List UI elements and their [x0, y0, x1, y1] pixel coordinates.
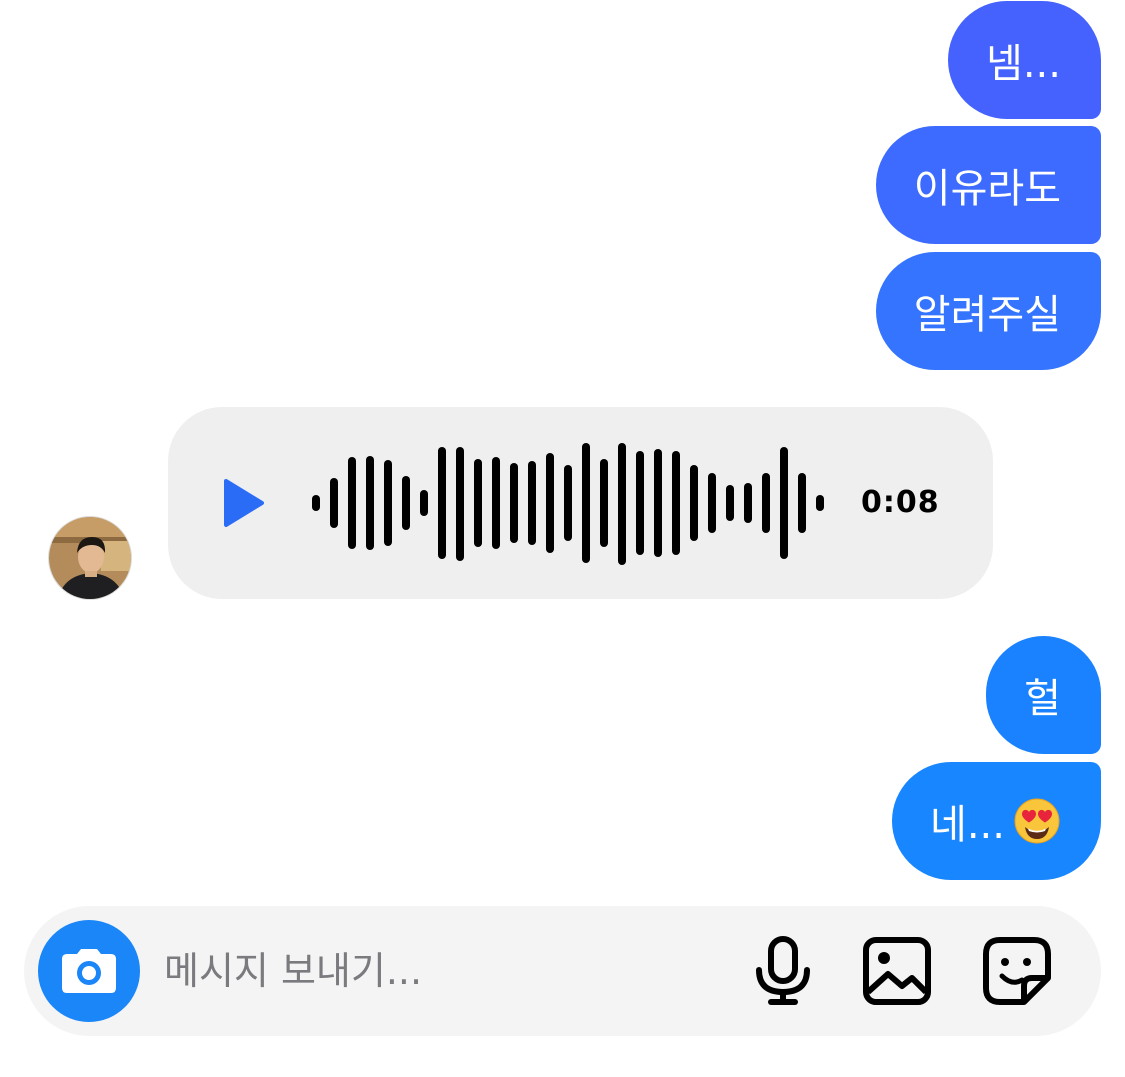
voice-duration: 0:08	[861, 485, 940, 520]
sticker-icon	[983, 937, 1051, 1005]
gallery-button[interactable]	[860, 934, 934, 1008]
outgoing-message[interactable]: 넴...	[948, 1, 1101, 119]
message-text: 알려주실	[913, 292, 1061, 338]
message-text: 이유라도	[913, 166, 1061, 212]
sticker-button[interactable]	[980, 934, 1054, 1008]
avatar-photo	[49, 517, 131, 599]
waveform[interactable]	[306, 407, 836, 599]
camera-button[interactable]	[38, 920, 140, 1022]
message-text: 헐	[1024, 676, 1061, 722]
outgoing-message[interactable]: 알려주실	[875, 252, 1101, 370]
outgoing-message[interactable]: 헐	[986, 636, 1101, 754]
outgoing-message[interactable]: 네...	[892, 762, 1101, 880]
microphone-icon	[756, 936, 810, 1005]
microphone-button[interactable]	[746, 934, 820, 1008]
message-composer	[24, 906, 1101, 1036]
outgoing-message[interactable]: 이유라도	[875, 126, 1101, 244]
avatar[interactable]	[48, 516, 132, 600]
message-text: 넴...	[986, 41, 1061, 87]
voice-message[interactable]: 0:08	[168, 407, 993, 599]
heart-eyes-emoji	[1014, 798, 1060, 844]
image-icon	[863, 937, 931, 1005]
message-text: 네...	[930, 802, 1005, 848]
message-input[interactable]	[164, 941, 714, 1001]
camera-icon	[62, 949, 116, 993]
play-icon[interactable]	[222, 477, 266, 529]
chat-thread: 넴... 이유라도 알려주실 0:08 헐 네... 메시지 보내기...	[0, 0, 1125, 1077]
